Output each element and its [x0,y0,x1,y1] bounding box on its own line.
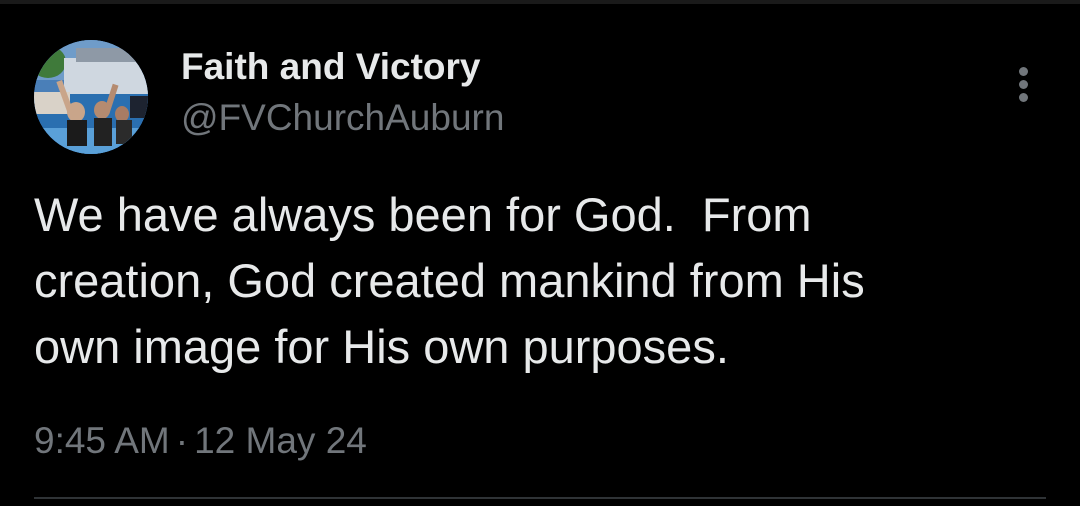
tweet: Faith and Victory @FVChurchAuburn We hav… [0,0,1080,506]
meta-separator: · [175,420,189,461]
divider [34,497,1046,499]
more-options-button[interactable] [1004,60,1044,108]
tweet-text: We have always been for God. From creati… [34,182,1034,380]
tweet-metadata: 9:45 AM · 12 May 24 [34,418,367,464]
author-name[interactable]: Faith and Victory [181,44,481,90]
tweet-text-line: creation, God created mankind from His [34,254,865,307]
author-handle[interactable]: @FVChurchAuburn [181,95,504,141]
tweet-date[interactable]: 12 May 24 [194,420,367,461]
avatar[interactable] [34,40,148,154]
tweet-text-line: We have always been for God. From [34,188,812,241]
tweet-time[interactable]: 9:45 AM [34,420,170,461]
tweet-text-line: own image for His own purposes. [34,320,729,373]
avatar-photo [34,40,148,154]
